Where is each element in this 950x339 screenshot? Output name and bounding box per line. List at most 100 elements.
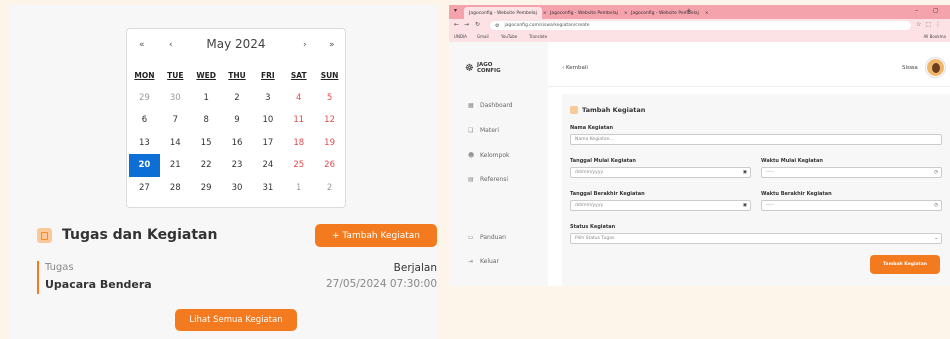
calendar-day[interactable]: 30: [222, 177, 253, 200]
close-icon[interactable]: ×: [705, 11, 709, 16]
calendar-day[interactable]: 28: [160, 177, 191, 200]
calendar-day[interactable]: 3: [252, 87, 283, 110]
sidebar-item-keluar[interactable]: ⇥ Keluar: [468, 258, 499, 265]
sidebar-item-referensi[interactable]: ▤ Referensi: [468, 176, 508, 183]
bookmark-item[interactable]: UNDIA: [454, 34, 467, 39]
reload-icon[interactable]: ↻: [475, 21, 480, 28]
back-arrow-icon[interactable]: ←: [454, 21, 459, 28]
tasks-section-title: Tugas dan Kegiatan: [62, 227, 218, 243]
next-year-button[interactable]: »: [329, 40, 335, 50]
end-time-input[interactable]: --:-- ◷: [761, 200, 942, 211]
calendar-day[interactable]: 31: [252, 177, 283, 200]
calendar-month-title[interactable]: May 2024: [127, 37, 345, 51]
sidebar-item-dashboard[interactable]: ▦ Dashboard: [468, 102, 513, 109]
calendar-day[interactable]: 17: [252, 132, 283, 155]
bookmark-item[interactable]: Gmail: [477, 34, 489, 39]
calendar-day[interactable]: 22: [191, 154, 222, 177]
calendar-week-row: 20 21 22 23 24 25 26: [129, 154, 345, 177]
activity-name-input[interactable]: Nama Kegiatan...: [570, 134, 942, 145]
calendar-day[interactable]: 5: [314, 87, 345, 110]
calendar-day[interactable]: 25: [283, 154, 314, 177]
main-content: ‹ Kembali Siswa Tambah Kegiatan Nama Keg…: [548, 42, 950, 286]
calendar-day[interactable]: 7: [160, 109, 191, 132]
minimize-icon[interactable]: –: [915, 7, 918, 14]
logout-icon: ⇥: [468, 258, 474, 265]
calendar-day[interactable]: 4: [283, 87, 314, 110]
end-date-input[interactable]: dd/mm/yyyy ▣: [570, 200, 751, 211]
calendar-day[interactable]: 16: [222, 132, 253, 155]
calendar-day[interactable]: 30: [160, 87, 191, 110]
app-logo[interactable]: ☸ JAGO CONFIG: [465, 62, 501, 74]
tab-bar: ▾ Jagoconfig - Website Pembelaj × Jagocon…: [449, 5, 950, 19]
dashboard-panel: « ‹ May 2024 › » MON TUE WED THU FRI SAT…: [10, 5, 437, 339]
tab-search-icon[interactable]: ▾: [454, 7, 457, 14]
submit-activity-button[interactable]: Tambah Kegiatan: [870, 255, 940, 274]
task-datetime: 27/05/2024 07:30:00: [325, 278, 437, 290]
new-tab-icon[interactable]: +: [686, 7, 692, 15]
clock-icon[interactable]: ◷: [934, 170, 938, 175]
calendar-day[interactable]: 24: [252, 154, 283, 177]
forward-arrow-icon[interactable]: →: [464, 21, 469, 28]
calendar-day[interactable]: 6: [129, 109, 160, 132]
add-activity-form: Tambah Kegiatan Nama Kegiatan Nama Kegia…: [562, 94, 950, 286]
status-select[interactable]: Pilih Status Tugas ⌄: [570, 233, 942, 244]
maximize-icon[interactable]: ▢: [933, 7, 939, 14]
calendar-day[interactable]: 9: [222, 109, 253, 132]
sidebar-item-materi[interactable]: ❏ Materi: [468, 127, 499, 134]
calendar-day[interactable]: 10: [252, 109, 283, 132]
activity-name-placeholder: Nama Kegiatan...: [575, 137, 614, 142]
calendar-day[interactable]: 19: [314, 132, 345, 155]
bookmark-item[interactable]: YouTube: [501, 34, 517, 39]
start-date-input[interactable]: dd/mm/yyyy ▣: [570, 167, 751, 178]
next-month-button[interactable]: ›: [303, 40, 307, 50]
calendar-day[interactable]: 26: [314, 154, 345, 177]
logo-text-line2: CONFIG: [476, 68, 501, 74]
weekday-label: WED: [196, 70, 216, 80]
sidebar-item-kelompok[interactable]: ☻ Kelompok: [468, 152, 509, 159]
calendar-day[interactable]: 14: [160, 132, 191, 155]
calendar-day[interactable]: 13: [129, 132, 160, 155]
calendar-day-selected[interactable]: 20: [129, 154, 160, 177]
calendar-day[interactable]: 27: [129, 177, 160, 200]
calendar-icon[interactable]: ▣: [743, 170, 747, 175]
task-name: Upacara Bendera: [45, 278, 152, 291]
calendar-day[interactable]: 2: [314, 177, 345, 200]
browser-tab[interactable]: Jagoconfig - Website Pembelaj ×: [464, 7, 547, 19]
weekday-label: TUE: [167, 70, 184, 80]
calendar-day[interactable]: 8: [191, 109, 222, 132]
see-all-activities-button[interactable]: Lihat Semua Kegiatan: [175, 309, 297, 331]
sidebar-item-label: Kelompok: [480, 152, 510, 159]
all-bookmarks[interactable]: All Bookma: [923, 34, 946, 39]
calendar-day[interactable]: 21: [160, 154, 191, 177]
avatar[interactable]: [926, 58, 945, 77]
url-input[interactable]: ⚙ jagoconfig.com/siswa/kegiatan/create: [490, 21, 911, 30]
calendar-day[interactable]: 18: [283, 132, 314, 155]
calendar-day[interactable]: 15: [191, 132, 222, 155]
calendar-day[interactable]: 11: [283, 109, 314, 132]
browser-tab[interactable]: Jagoconfig - Website Pembelaj ×: [545, 7, 628, 19]
site-info-icon[interactable]: ⚙: [495, 23, 499, 29]
calendar-icon[interactable]: ▣: [743, 203, 747, 208]
browser-tab[interactable]: Jagoconfig - Website Pembelaj ×: [626, 7, 709, 19]
back-link[interactable]: ‹ Kembali: [562, 65, 588, 71]
weekday-label: THU: [228, 70, 246, 80]
calendar-day[interactable]: 29: [191, 177, 222, 200]
calendar-day[interactable]: 2: [222, 87, 253, 110]
sidebar-item-panduan[interactable]: ▭ Panduan: [468, 234, 506, 241]
calendar-day[interactable]: 29: [129, 87, 160, 110]
sidebar-item-label: Keluar: [480, 258, 499, 265]
calendar-day[interactable]: 1: [283, 177, 314, 200]
form-title: Tambah Kegiatan: [582, 106, 646, 114]
calendar-day[interactable]: 23: [222, 154, 253, 177]
extensions-icons[interactable]: ☆⬚⋮: [916, 21, 945, 28]
bookmark-item[interactable]: Translate: [529, 34, 547, 39]
calendar-day[interactable]: 1: [191, 87, 222, 110]
start-time-input[interactable]: --:-- ◷: [761, 167, 942, 178]
clock-icon[interactable]: ◷: [934, 203, 938, 208]
add-activity-button[interactable]: + Tambah Kegiatan: [315, 224, 437, 247]
chevron-down-icon: ⌄: [934, 236, 938, 241]
task-list-item[interactable]: Tugas Upacara Bendera Berjalan 27/05/202…: [37, 261, 437, 294]
start-time-label: Waktu Mulai Kegiatan: [761, 158, 823, 164]
calendar-day[interactable]: 12: [314, 109, 345, 132]
guide-icon: ▭: [468, 234, 474, 241]
